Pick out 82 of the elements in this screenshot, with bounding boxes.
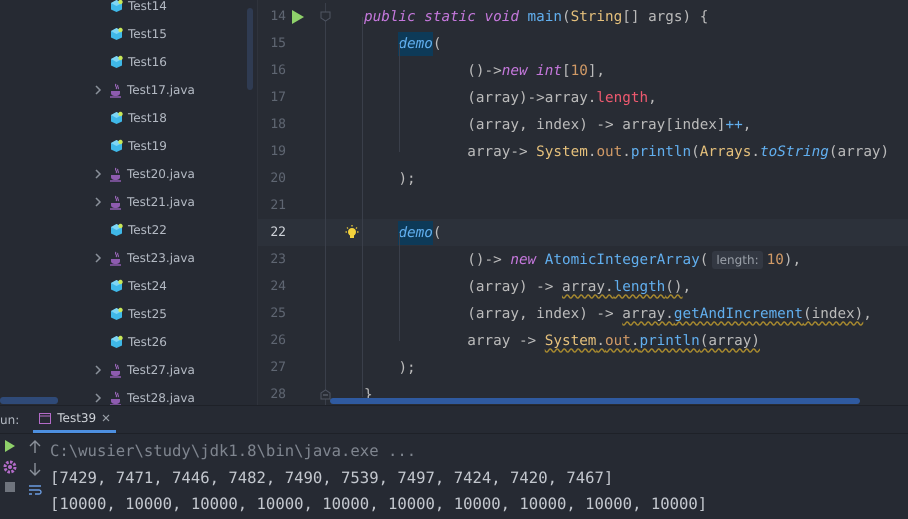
cube-icon [110, 279, 123, 293]
line-number: 25 [269, 306, 286, 321]
code-line: ()-> new AtomicIntegerArray( length: 10), [466, 250, 802, 270]
coffee-cup-icon [110, 166, 122, 182]
file-name[interactable]: Test28.java [127, 391, 195, 405]
code-line: array -> System.out.println(array) [466, 332, 761, 350]
line-number: 14 [269, 9, 286, 24]
cube-icon [110, 111, 123, 125]
console-line: [10000, 10000, 10000, 10000, 10000, 10000, 10000, 10000, 10000, 10000] [50, 494, 708, 516]
coffee-cup-icon [110, 82, 122, 98]
file-name[interactable]: Test17.java [127, 83, 195, 97]
code-line: demo( [364, 219, 908, 246]
file-name[interactable]: Test15 [128, 27, 167, 41]
scrollbar[interactable] [330, 398, 860, 404]
down-arrow-icon[interactable] [29, 462, 41, 476]
cube-icon [110, 223, 123, 237]
file-name[interactable]: Test20.java [127, 167, 195, 181]
code-line: ); [397, 170, 417, 188]
line-number: 28 [269, 387, 286, 402]
file-name[interactable]: Test26 [128, 335, 167, 349]
file-name[interactable]: Test14 [128, 0, 167, 13]
run-icon[interactable] [291, 10, 305, 24]
run-icon[interactable] [5, 440, 15, 452]
file-name[interactable]: Test19 [128, 139, 167, 153]
code-line: (array)->array.length, [466, 88, 658, 108]
chevron-icon[interactable] [93, 197, 103, 207]
line-number: 26 [269, 333, 286, 348]
code-line: (array) -> array.length(), [466, 278, 692, 296]
code-line: (array, index) -> array[index]++, [466, 116, 752, 134]
fold-icon[interactable] [320, 389, 330, 400]
chevron-icon[interactable] [93, 169, 103, 179]
cube-icon [110, 0, 123, 13]
cube-icon [110, 335, 123, 349]
soft-wrap-icon[interactable] [28, 484, 42, 496]
up-arrow-icon[interactable] [29, 440, 41, 454]
chevron-icon[interactable] [93, 393, 103, 403]
code-line: (array, index) -> array.getAndIncrement(index), [466, 304, 873, 324]
file-name[interactable]: Test25 [128, 307, 167, 321]
cube-icon [110, 27, 123, 41]
code-line: array-> System.out.println(Arrays.toString(array) [466, 142, 890, 162]
chevron-icon[interactable] [93, 85, 103, 95]
line-number: 22 [269, 225, 286, 240]
window-icon [39, 412, 52, 424]
panel-label: un: [0, 412, 20, 426]
file-name[interactable]: Test24 [128, 279, 167, 293]
scrollbar[interactable] [247, 8, 253, 90]
cube-icon [110, 55, 123, 69]
line-number: 24 [269, 279, 286, 294]
coffee-cup-icon [110, 390, 122, 405]
line-number: 27 [269, 360, 286, 375]
file-name[interactable]: Test27.java [127, 363, 195, 377]
file-name[interactable]: Test18 [128, 111, 167, 125]
console-line: C:\wusier\study\jdk1.8\bin\java.exe ... [50, 441, 418, 462]
file-name[interactable]: Test23.java [127, 251, 195, 265]
line-number: 15 [269, 36, 286, 51]
chevron-icon[interactable] [93, 365, 103, 375]
line-number: 17 [269, 90, 286, 105]
code-line: ()->new int[10], [466, 62, 606, 80]
coffee-cup-icon [110, 194, 122, 210]
lightbulb-icon[interactable] [344, 224, 360, 240]
line-number: 20 [269, 171, 286, 186]
console-line: [7429, 7471, 7446, 7482, 7490, 7539, 7497, 7424, 7420, 7467] [50, 468, 614, 489]
line-number: 23 [269, 252, 286, 267]
line-number: 16 [269, 63, 286, 78]
code-line: ); [397, 358, 417, 378]
settings-icon[interactable] [3, 460, 17, 474]
file-name[interactable]: Test16 [128, 55, 167, 69]
file-name[interactable]: Test21.java [127, 195, 195, 209]
cube-icon [110, 307, 123, 321]
cube-icon [110, 139, 123, 153]
line-number: 19 [269, 144, 286, 159]
run-tab[interactable]: Test39 [33, 406, 116, 433]
line-number: 18 [269, 117, 286, 132]
coffee-cup-icon [110, 250, 122, 266]
chevron-icon[interactable] [93, 253, 103, 263]
scrollbar[interactable] [0, 397, 58, 404]
file-name[interactable]: Test22 [128, 223, 167, 237]
close-icon[interactable] [102, 414, 110, 422]
coffee-cup-icon [110, 362, 122, 378]
code-line: demo( [364, 30, 908, 57]
code-line: public static void main(String[] args) { [364, 8, 710, 26]
line-number: 21 [269, 198, 286, 213]
